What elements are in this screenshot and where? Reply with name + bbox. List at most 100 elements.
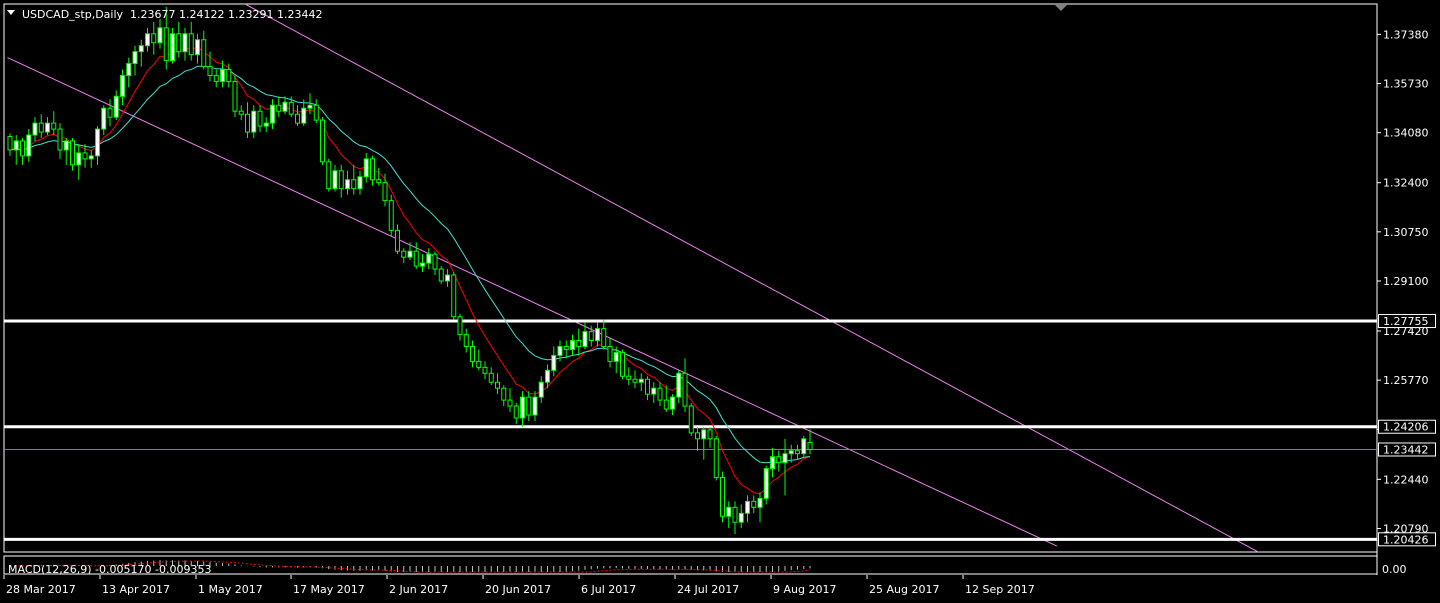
bear-candle [107,107,113,118]
time-label: 13 Apr 2017 [102,583,170,596]
bull-candle [345,179,350,190]
price-label: 1.34080 [1383,127,1429,140]
bull-candle [701,429,707,440]
channel-lines[interactable] [7,4,1264,555]
bull-candle [76,152,82,166]
time-label: 2 Jun 2017 [389,583,448,596]
bull-candle [551,354,557,371]
price-scale: 1.37380 1.35730 1.34080 1.32400 1.30750 1.291… [1377,28,1429,535]
bull-candle [407,250,413,258]
bull-candle [170,33,175,62]
bear-candle [588,331,594,342]
tagged-price-label: 1.24206 [1383,421,1429,434]
bull-candle [220,69,225,82]
tagged-price-label: 1.27755 [1383,315,1429,328]
bear-candle [695,432,700,440]
bear-candle [732,506,738,523]
bear-candle [438,268,444,282]
bear-candle [526,396,532,416]
bull-candle [420,262,425,267]
bull-candle [582,331,588,348]
bull-candle [251,110,257,133]
price-label: 1.29100 [1383,275,1429,288]
time-label: 17 May 2017 [293,583,365,596]
bull-candle [138,45,144,53]
bear-candle [232,80,238,112]
bull-candle [13,140,19,151]
bull-candle [738,512,744,523]
time-label: 6 Jul 2017 [581,583,636,596]
bear-candle [470,346,475,362]
bear-candle [245,113,250,133]
bull-candle [545,369,550,383]
bull-candle [726,506,732,517]
bull-candle [801,438,807,455]
bull-candle [745,500,750,514]
bull-candle [332,170,338,190]
bear-candle [163,27,169,62]
bear-candle [82,152,88,160]
time-label: 24 Jul 2017 [677,583,739,596]
bear-candle [388,200,394,231]
bull-candle [788,450,794,455]
bear-candle [188,33,194,56]
bull-candle [195,39,200,56]
macd-scale-label: 0.00 [1382,563,1407,576]
bull-candle [182,33,188,53]
bull-candle [301,107,307,124]
bear-candle [295,113,300,124]
bear-candle [632,378,638,383]
bull-candle [595,328,600,342]
trading-chart[interactable]: 1.37380 1.35730 1.34080 1.32400 1.30750 1.291… [0,0,1440,603]
bull-candle [88,155,94,160]
bull-candle [157,27,163,44]
bear-candle [451,274,457,318]
bear-candle [238,110,244,115]
bull-candle [757,497,763,508]
bull-candle [307,104,313,109]
price-label: 1.35730 [1383,78,1429,91]
bear-candle [707,429,713,440]
tagged-price-label: 1.23442 [1383,443,1429,456]
bear-candle [563,346,569,350]
bear-candle [201,39,207,68]
bear-candle [213,74,219,82]
bull-candle [770,456,775,470]
bear-candle [413,250,419,267]
bear-candle [320,119,325,163]
bear-candle [513,405,519,419]
bull-candle [638,378,644,383]
chart-shift-marker-icon[interactable] [1055,5,1067,11]
bull-candle [32,122,38,136]
bear-candle [626,375,632,380]
bull-candle [445,274,450,282]
bull-candle [126,63,132,76]
channel-lower[interactable] [7,57,1058,547]
bull-candle [532,396,538,416]
bull-candle [363,158,369,178]
triangle-down-icon[interactable] [7,10,15,15]
bear-candle [313,104,319,121]
bull-candle [270,104,275,124]
bull-candle [557,346,563,356]
price-label: 1.25770 [1383,374,1429,387]
time-label: 1 May 2017 [198,583,263,596]
bear-candle [370,158,375,181]
bear-candle [495,381,500,389]
candles [7,6,813,535]
bear-candle [151,33,157,44]
bull-candle [651,387,657,395]
time-scale: 28 Mar 2017 13 Apr 2017 1 May 2017 17 May 2… [3,575,1035,596]
bear-candle [795,450,800,455]
bear-candle [663,399,669,410]
bear-candle [57,128,63,151]
bear-candle [51,122,57,130]
channel-upper[interactable] [244,4,1264,555]
bear-candle [607,346,613,362]
bear-candle [620,351,625,377]
bull-candle [282,101,288,112]
time-label: 12 Sep 2017 [965,583,1035,596]
bear-candle [432,253,438,270]
bear-candle [476,360,482,368]
bull-candle [357,176,363,190]
